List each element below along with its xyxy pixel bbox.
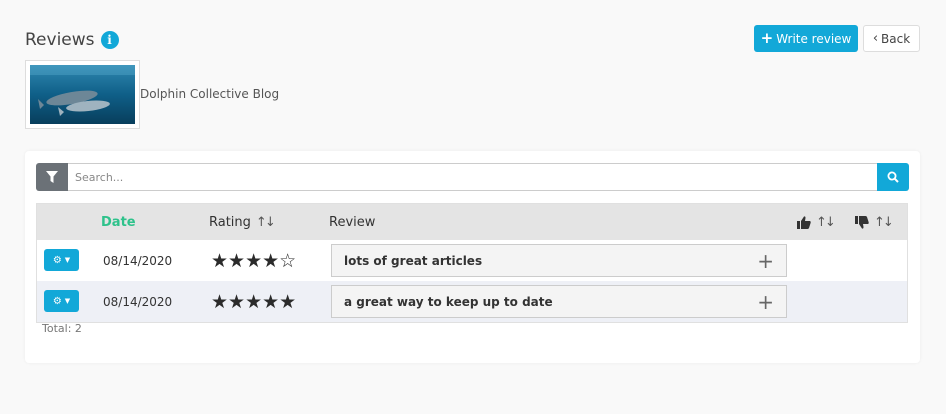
info-icon[interactable]: i bbox=[100, 31, 119, 49]
chevron-left-icon: ‹ bbox=[872, 31, 879, 46]
column-upvotes[interactable]: ↑↓ bbox=[797, 204, 836, 240]
expand-icon[interactable]: + bbox=[757, 290, 774, 314]
back-label: Back bbox=[881, 31, 911, 46]
sort-icon: ↑↓ bbox=[255, 214, 276, 230]
thumbs-down-icon bbox=[855, 215, 869, 229]
blog-thumbnail[interactable] bbox=[25, 60, 140, 129]
page-title-text: Reviews bbox=[25, 30, 95, 50]
review-text-box[interactable]: a great way to keep up to date + bbox=[331, 285, 787, 318]
gear-icon: ⚙ bbox=[52, 254, 62, 266]
search-button[interactable] bbox=[877, 163, 909, 191]
sort-icon: ↑↓ bbox=[816, 214, 836, 230]
column-review: Review bbox=[329, 204, 375, 240]
review-text: a great way to keep up to date bbox=[344, 294, 553, 309]
review-text-box[interactable]: lots of great articles + bbox=[331, 244, 787, 277]
blog-name[interactable]: Dolphin Collective Blog bbox=[140, 87, 279, 101]
column-date[interactable]: Date bbox=[101, 204, 136, 240]
caret-down-icon: ▼ bbox=[64, 256, 71, 264]
table-row: ⚙ ▼ 08/14/2020 ★★★★☆ lots of great artic… bbox=[37, 240, 907, 281]
total-count: Total: 2 bbox=[42, 322, 82, 335]
page-title: Reviews i bbox=[25, 30, 119, 50]
gear-icon: ⚙ bbox=[52, 295, 62, 307]
column-date-label: Date bbox=[101, 214, 136, 230]
back-button[interactable]: ‹ Back bbox=[863, 25, 920, 52]
expand-icon[interactable]: + bbox=[757, 249, 774, 273]
row-actions-button[interactable]: ⚙ ▼ bbox=[44, 249, 79, 271]
caret-down-icon: ▼ bbox=[64, 297, 71, 305]
reviews-table: Date Rating ↑↓ Review ↑↓ ↑↓ ⚙ ▼ 08/14/20… bbox=[36, 203, 908, 323]
column-rating[interactable]: Rating ↑↓ bbox=[209, 204, 276, 240]
column-rating-label: Rating bbox=[209, 214, 251, 230]
row-actions-button[interactable]: ⚙ ▼ bbox=[44, 290, 79, 312]
row-date: 08/14/2020 bbox=[103, 253, 173, 268]
search-input[interactable] bbox=[68, 163, 878, 191]
column-downvotes[interactable]: ↑↓ bbox=[855, 204, 894, 240]
thumbs-up-icon bbox=[797, 215, 811, 229]
reviews-card: Date Rating ↑↓ Review ↑↓ bbox=[25, 151, 920, 363]
row-date: 08/14/2020 bbox=[103, 294, 173, 309]
search-icon bbox=[887, 171, 899, 183]
sort-icon: ↑↓ bbox=[874, 214, 894, 230]
column-review-label: Review bbox=[329, 214, 376, 230]
write-review-label: Write review bbox=[776, 31, 852, 46]
filter-button[interactable] bbox=[36, 163, 68, 191]
blog-image bbox=[30, 65, 135, 124]
write-review-button[interactable]: + Write review bbox=[754, 25, 858, 52]
star-rating: ★★★★★ bbox=[211, 290, 297, 313]
review-text: lots of great articles bbox=[344, 253, 483, 268]
star-rating: ★★★★☆ bbox=[211, 249, 297, 272]
table-row: ⚙ ▼ 08/14/2020 ★★★★★ a great way to keep… bbox=[37, 281, 907, 322]
filter-icon bbox=[46, 171, 58, 183]
plus-icon: + bbox=[760, 29, 774, 47]
table-header: Date Rating ↑↓ Review ↑↓ ↑↓ bbox=[37, 204, 907, 240]
